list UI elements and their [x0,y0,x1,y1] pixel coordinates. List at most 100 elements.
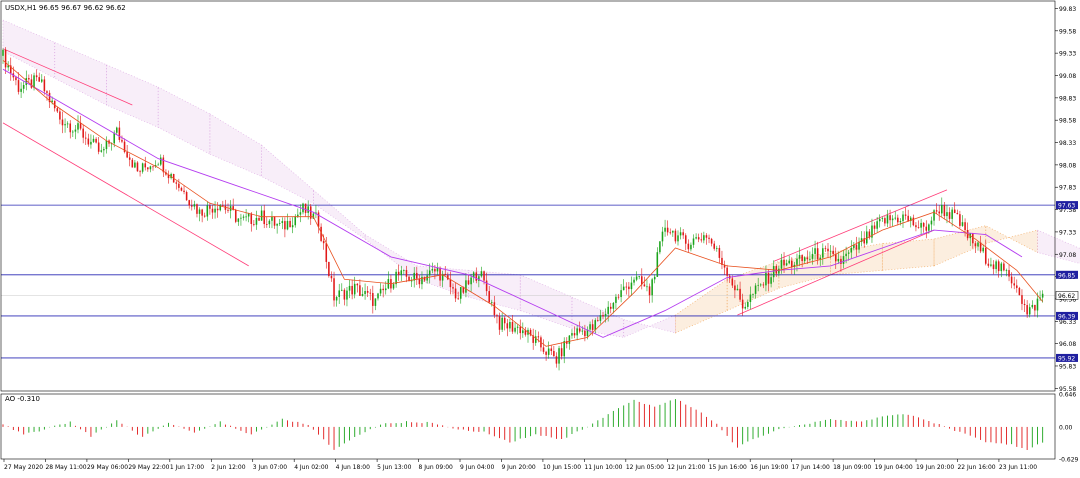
candle-body [767,272,770,284]
level-label: 96.39 [1058,313,1075,320]
candle-body [346,290,348,300]
candle-body [604,313,607,317]
time-tick-label: 22 Jun 16:00 [957,464,995,471]
candle-body [946,212,948,217]
candle-body [1034,304,1036,311]
candle-body [335,296,338,301]
candle-body [677,235,679,242]
candle-body [648,286,651,296]
candle-body [302,203,304,213]
candle-body [995,261,997,270]
candle-body [522,330,524,334]
candle-body [392,284,395,289]
candle-body [361,294,364,296]
candle-body [118,127,121,140]
candle-body [943,205,946,217]
candle-body [1018,287,1021,296]
candle-body [299,212,302,215]
candle-body [917,227,920,228]
candle-body [35,75,38,78]
candle-body [705,235,708,238]
candle-body [661,231,664,242]
candle-body [609,306,612,309]
candle-body [506,323,509,329]
candle-body [785,263,788,266]
candle-body [894,217,897,219]
oscillator-tick-label: -0.629 [1059,457,1079,464]
candle-body [273,216,276,226]
time-tick-label: 2 Jun 12:00 [211,464,245,471]
candle-body [622,286,625,291]
candle-body [128,157,131,160]
candle-body [33,75,35,88]
candle-body [4,49,7,68]
candle-body [28,78,30,80]
candle-body [956,212,959,215]
candle-body [97,142,100,152]
candle-body [907,215,909,222]
candle-body [589,324,591,330]
candle-body [809,258,811,260]
candle-body [834,254,837,262]
candle-body [573,333,576,336]
candle-body [633,279,635,283]
candle-body [591,324,594,330]
candle-body [674,230,677,242]
price-tick-label: 99.33 [1059,51,1076,58]
oscillator-title: AO -0.310 [5,395,40,403]
candle-body [553,350,555,357]
candle-body [291,225,294,228]
candle-body [762,284,765,286]
candle-body [20,88,22,92]
time-tick-label: 17 Jun 14:00 [792,464,830,471]
candle-body [563,341,565,357]
candle-body [488,291,490,303]
candle-body [397,271,400,276]
candle-body [796,258,798,265]
price-axis: 99.83 99.58 99.33 99.08 98.83 98.58 98.33 98.08… [1055,6,1079,464]
candle-body [845,253,847,257]
candle-body [178,183,180,188]
candle-body [1008,270,1010,277]
candle-body [847,252,850,254]
candle-body [43,79,46,92]
time-tick-label: 9 Jun 04:00 [460,464,494,471]
candle-body [798,255,801,259]
candle-body [941,205,943,214]
candle-body [659,241,661,253]
candle-body [690,244,692,250]
oscillator-tick-label: 0.00 [1059,424,1073,431]
candle-body [726,267,728,276]
candle-body [372,293,374,306]
candle-body [131,159,134,168]
candle-body [434,269,436,272]
candle-body [157,164,159,166]
candle-body [384,288,387,291]
candle-body [364,290,366,295]
candle-body [897,217,899,223]
candle-body [304,203,307,213]
candle-body [485,280,488,292]
candle-body [284,221,286,230]
candle-body [770,277,772,284]
candle-body [416,272,418,279]
candle-body [147,167,149,170]
candle-body [992,264,995,270]
candle-body [752,293,754,295]
time-tick-label: 9 Jun 20:00 [501,464,535,471]
candle-body [330,275,333,279]
candle-body [459,287,462,299]
time-tick-label: 29 May 06:00 [87,464,128,471]
time-tick-label: 29 May 22:00 [128,464,169,471]
candle-body [653,276,656,280]
candle-body [348,285,351,291]
candle-body [343,289,346,300]
candle-body [227,209,229,211]
candle-body [780,259,783,269]
candle-body [534,336,537,343]
candle-body [584,330,586,337]
candle-body [139,171,141,173]
candle-body [22,84,25,89]
candle-body [196,204,198,214]
candle-body [103,149,105,151]
